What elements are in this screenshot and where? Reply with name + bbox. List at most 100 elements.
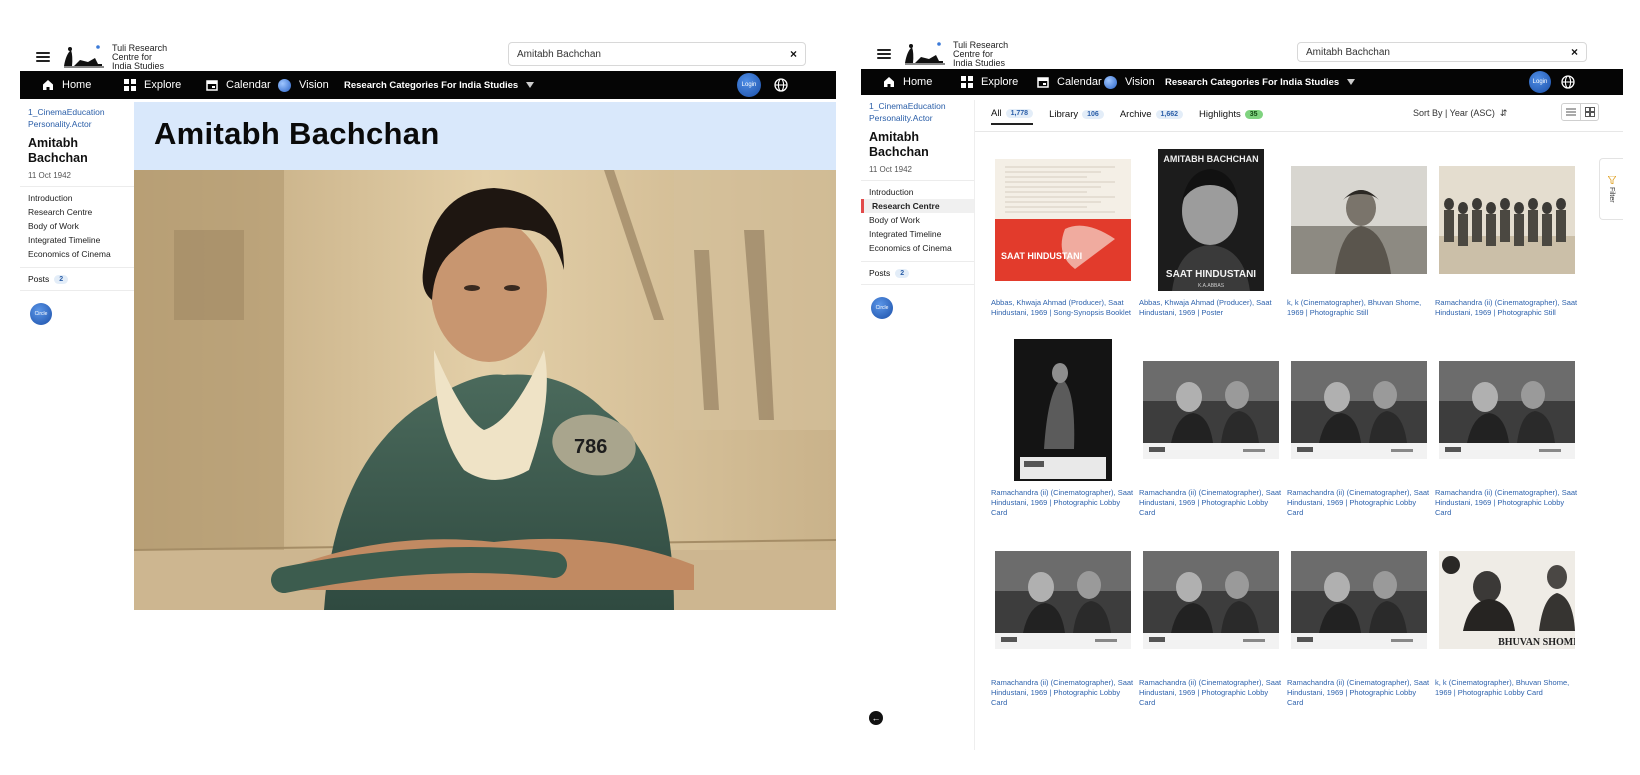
hamburger-menu-icon[interactable] — [36, 52, 50, 62]
sidebar-link-body-of-work[interactable]: Body of Work — [869, 213, 974, 227]
result-thumbnail-frame: BHUVAN SHOME — [1435, 526, 1578, 674]
result-caption[interactable]: Ramachandra (ii) (Cinematographer), Saat… — [1287, 678, 1430, 708]
tab-label: Library — [1049, 109, 1079, 120]
result-card[interactable]: AMITABH BACHCHAN SAAT HINDUSTANI K.A.ABB… — [1139, 146, 1282, 318]
sidebar-link-economics-of-cinema[interactable]: Economics of Cinema — [869, 241, 974, 255]
tab-all[interactable]: All 1,778 — [991, 108, 1034, 125]
result-thumbnail[interactable] — [1142, 551, 1279, 649]
search-input[interactable] — [517, 48, 790, 60]
vision-icon — [1104, 75, 1117, 89]
search-input[interactable] — [1306, 46, 1571, 58]
circle-button[interactable]: Circle — [871, 297, 893, 319]
result-card[interactable]: Ramachandra (ii) (Cinematographer), Saat… — [1139, 526, 1282, 708]
result-thumbnail[interactable] — [1290, 166, 1427, 274]
sort-dropdown[interactable]: Sort By | Year (ASC) ⇵ — [1413, 108, 1507, 119]
circle-button[interactable]: Circle — [30, 303, 52, 325]
result-caption[interactable]: Ramachandra (ii) (Cinematographer), Saat… — [1435, 298, 1578, 318]
nav-home[interactable]: Home — [883, 76, 932, 88]
result-card[interactable]: Ramachandra (ii) (Cinematographer), Saat… — [1287, 526, 1430, 708]
list-view-icon[interactable] — [1562, 104, 1580, 120]
nav-explore[interactable]: Explore — [124, 79, 181, 91]
result-caption[interactable]: Abbas, Khwaja Ahmad (Producer), Saat Hin… — [991, 298, 1134, 318]
back-arrow-icon[interactable]: ← — [869, 711, 883, 725]
clear-search-icon[interactable]: × — [790, 47, 797, 61]
result-caption[interactable]: Ramachandra (ii) (Cinematographer), Saat… — [1287, 488, 1430, 518]
result-caption[interactable]: Ramachandra (ii) (Cinematographer), Saat… — [1139, 488, 1282, 518]
sidebar-link-introduction[interactable]: Introduction — [28, 191, 134, 205]
sidebar-link-research-centre[interactable]: Research Centre — [861, 199, 974, 213]
result-card[interactable]: SAAT HINDUSTANI Abbas, Khwaja Ahmad (Pro… — [991, 146, 1134, 318]
nav-vision[interactable]: Vision — [278, 78, 329, 92]
posts-link[interactable]: Posts 2 — [28, 274, 134, 284]
sidebar-link-introduction[interactable]: Introduction — [869, 185, 974, 199]
result-thumbnail[interactable] — [1438, 166, 1575, 274]
tab-library[interactable]: Library 106 — [1049, 109, 1104, 124]
result-thumbnail-frame — [1139, 336, 1282, 484]
nav-calendar[interactable]: Calendar — [206, 79, 271, 91]
globe-icon[interactable] — [1561, 75, 1575, 89]
result-caption[interactable]: k, k (Cinematographer), Bhuvan Shome, 19… — [1435, 678, 1578, 698]
sidebar-link-body-of-work[interactable]: Body of Work — [28, 219, 134, 233]
grid-view-icon[interactable] — [1580, 104, 1598, 120]
tab-archive[interactable]: Archive 1,662 — [1120, 109, 1184, 124]
result-card[interactable]: Ramachandra (ii) (Cinematographer), Saat… — [991, 526, 1134, 708]
result-card[interactable]: k, k (Cinematographer), Bhuvan Shome, 19… — [1287, 146, 1430, 318]
login-button[interactable]: Login — [1529, 71, 1551, 93]
nav-explore[interactable]: Explore — [961, 76, 1018, 88]
right-page-panel: Tuli Research Centre for India Studies ×… — [861, 40, 1623, 750]
globe-icon[interactable] — [774, 78, 788, 92]
nav-vision-label: Vision — [1125, 76, 1155, 88]
result-card[interactable]: Ramachandra (ii) (Cinematographer), Saat… — [1139, 336, 1282, 518]
breadcrumb-category[interactable]: 1_CinemaEducation — [28, 106, 134, 118]
research-categories-dropdown[interactable]: Research Categories For India Studies — [344, 80, 535, 91]
login-button[interactable]: Login — [737, 73, 761, 97]
result-thumbnail-frame — [991, 336, 1134, 484]
result-caption[interactable]: Ramachandra (ii) (Cinematographer), Saat… — [1139, 678, 1282, 708]
hero-portrait-image: 786 — [134, 170, 836, 610]
result-caption[interactable]: Ramachandra (ii) (Cinematographer), Saat… — [991, 678, 1134, 708]
result-caption[interactable]: Ramachandra (ii) (Cinematographer), Saat… — [991, 488, 1134, 518]
site-logo[interactable]: Tuli Research Centre for India Studies — [62, 43, 167, 71]
result-card[interactable]: Ramachandra (ii) (Cinematographer), Saat… — [1435, 336, 1578, 518]
result-card[interactable]: Ramachandra (ii) (Cinematographer), Saat… — [991, 336, 1134, 518]
result-thumbnail[interactable]: AMITABH BACHCHAN SAAT HINDUSTANI K.A.ABB… — [1157, 149, 1264, 291]
result-thumbnail[interactable] — [1290, 361, 1427, 459]
nav-vision[interactable]: Vision — [1104, 75, 1155, 89]
result-thumbnail[interactable] — [1290, 551, 1427, 649]
result-thumbnail[interactable] — [1142, 361, 1279, 459]
result-thumbnail[interactable]: SAAT HINDUSTANI — [994, 159, 1131, 281]
nav-calendar[interactable]: Calendar — [1037, 76, 1102, 88]
tab-highlights[interactable]: Highlights 35 — [1199, 109, 1263, 124]
result-thumbnail[interactable]: BHUVAN SHOME — [1438, 551, 1575, 649]
result-thumbnail[interactable] — [1438, 361, 1575, 459]
breadcrumb-subcategory[interactable]: Personality.Actor — [869, 112, 974, 124]
result-card[interactable]: Ramachandra (ii) (Cinematographer), Saat… — [1287, 336, 1430, 518]
result-thumbnail[interactable] — [1013, 339, 1112, 481]
sidebar-link-integrated-timeline[interactable]: Integrated Timeline — [28, 233, 134, 247]
result-caption[interactable]: Ramachandra (ii) (Cinematographer), Saat… — [1435, 488, 1578, 518]
result-thumbnail[interactable] — [994, 551, 1131, 649]
breadcrumb-subcategory[interactable]: Personality.Actor — [28, 118, 134, 130]
poster-credit: K.A.ABBAS — [1197, 283, 1224, 289]
clear-search-icon[interactable]: × — [1571, 45, 1578, 59]
hamburger-menu-icon[interactable] — [877, 49, 891, 59]
tuli-logo-icon — [64, 45, 104, 68]
sidebar-link-economics-of-cinema[interactable]: Economics of Cinema — [28, 247, 134, 261]
birth-date: 11 Oct 1942 — [869, 165, 912, 174]
posts-link[interactable]: Posts 2 — [869, 268, 974, 278]
result-thumbnail-frame — [1139, 526, 1282, 674]
result-thumbnail-frame — [991, 526, 1134, 674]
sidebar-link-integrated-timeline[interactable]: Integrated Timeline — [869, 227, 974, 241]
breadcrumb-category[interactable]: 1_CinemaEducation — [869, 100, 974, 112]
result-card[interactable]: BHUVAN SHOME k, k (Cinematographer), Bhu… — [1435, 526, 1578, 698]
result-caption[interactable]: k, k (Cinematographer), Bhuvan Shome, 19… — [1287, 298, 1430, 318]
site-logo[interactable]: Tuli Research Centre for India Studies — [903, 40, 1008, 68]
result-caption[interactable]: Abbas, Khwaja Ahmad (Producer), Saat Hin… — [1139, 298, 1282, 318]
research-categories-dropdown[interactable]: Research Categories For India Studies — [1165, 77, 1356, 88]
left-page-panel: Tuli Research Centre for India Studies ×… — [20, 40, 836, 635]
filter-button[interactable]: Filter — [1599, 158, 1623, 220]
posts-count-badge: 2 — [895, 268, 910, 278]
nav-home[interactable]: Home — [42, 79, 91, 91]
result-card[interactable]: Ramachandra (ii) (Cinematographer), Saat… — [1435, 146, 1578, 318]
sidebar-link-research-centre[interactable]: Research Centre — [28, 205, 134, 219]
